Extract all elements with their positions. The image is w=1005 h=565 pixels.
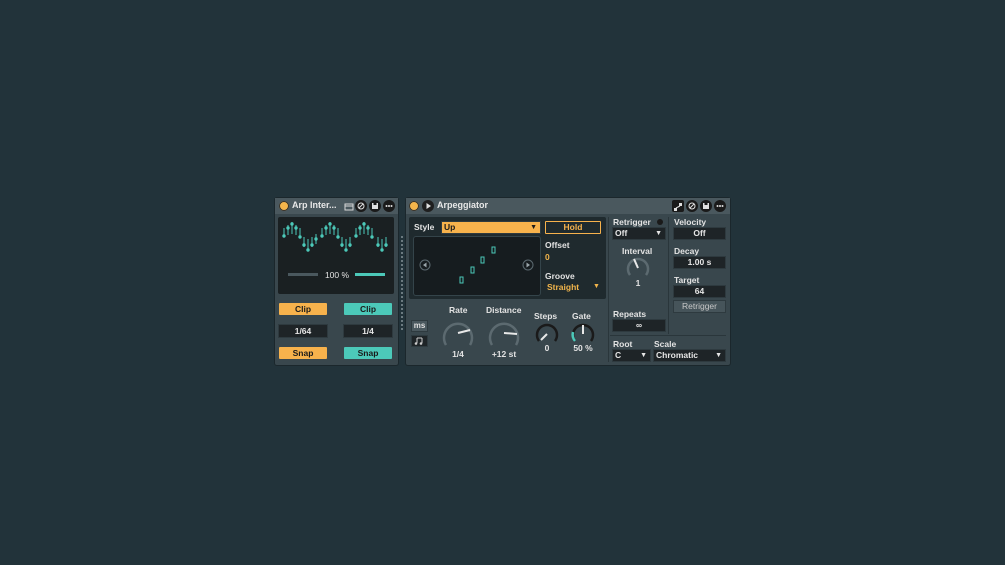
interval-knob[interactable]	[625, 256, 651, 278]
interval-label: Interval	[622, 246, 653, 256]
device-title: Arpeggiator	[437, 200, 489, 210]
device-title-bar[interactable]: Arpeggiator	[406, 198, 730, 214]
gate-knob[interactable]	[570, 322, 596, 344]
repeats-label: Repeats	[613, 309, 647, 319]
groove-label: Groove	[545, 271, 575, 281]
distance-knob[interactable]	[486, 317, 522, 349]
ms-toggle[interactable]: ms	[412, 321, 427, 331]
velocity-label: Velocity	[674, 217, 707, 227]
scale-label: Scale	[654, 339, 677, 349]
velocity-value[interactable]: Off	[674, 228, 725, 239]
offset-value[interactable]: 0	[545, 252, 550, 262]
midi-map-icon[interactable]	[672, 200, 684, 212]
right-snap-button[interactable]: Snap	[344, 347, 392, 359]
more-icon[interactable]	[714, 200, 726, 212]
arp-interval-device: Arp Inter... 100 % Clip Clip 1/64 1/4 Sn…	[275, 198, 398, 365]
hot-swap-icon[interactable]	[355, 200, 367, 212]
rate-label: Rate	[449, 305, 468, 315]
chevron-down-icon: ▼	[530, 224, 537, 231]
retrigger-button[interactable]: Retrigger	[674, 301, 725, 312]
column-divider	[608, 217, 609, 362]
scale-value: Chromatic	[656, 350, 699, 360]
root-dropdown[interactable]: C ▼	[613, 350, 650, 361]
mix-value[interactable]: 100 %	[322, 270, 352, 280]
target-value[interactable]: 64	[674, 286, 725, 297]
rate-knob[interactable]	[440, 317, 476, 349]
left-rate-value[interactable]: 1/64	[279, 325, 327, 337]
decay-value[interactable]: 1.00 s	[674, 257, 725, 268]
style-value: Up	[444, 222, 456, 232]
chevron-down-icon: ▼	[640, 352, 647, 359]
steps-label: Steps	[534, 311, 558, 321]
preview-play-icon[interactable]	[422, 200, 434, 212]
save-icon[interactable]	[700, 200, 712, 212]
arpeggiator-device: Arpeggiator Style Up ▼ Hold Offset 0 Gro…	[401, 198, 730, 365]
distance-label: Distance	[486, 305, 522, 315]
scale-dropdown[interactable]: Chromatic ▼	[654, 350, 725, 361]
root-value: C	[615, 350, 622, 360]
drag-handle[interactable]	[401, 236, 403, 331]
groove-value[interactable]: Straight	[547, 282, 579, 292]
device-power-button[interactable]	[409, 201, 419, 211]
retrigger-dropdown[interactable]: Off ▼	[613, 228, 665, 239]
right-clip-button[interactable]: Clip	[344, 303, 392, 315]
save-icon[interactable]	[369, 200, 381, 212]
arp-pattern-graphic	[282, 222, 388, 276]
arp-display: 100 %	[278, 217, 394, 294]
decay-label: Decay	[674, 246, 700, 256]
device-power-button[interactable]	[279, 201, 289, 211]
pattern-display	[414, 237, 540, 295]
retrigger-value: Off	[615, 228, 628, 238]
root-label: Root	[613, 339, 633, 349]
gate-value[interactable]: 50 %	[569, 343, 597, 353]
steps-value[interactable]: 0	[539, 343, 555, 353]
device-title: Arp Inter...	[292, 200, 337, 210]
gate-label: Gate	[572, 311, 591, 321]
more-icon[interactable]	[383, 200, 395, 212]
rate-value[interactable]: 1/4	[444, 349, 472, 359]
steps-knob[interactable]	[535, 322, 559, 344]
tab-icon[interactable]	[343, 200, 355, 212]
note-sync-toggle[interactable]	[412, 336, 427, 346]
hold-button[interactable]: Hold	[545, 221, 601, 234]
style-label: Style	[414, 222, 435, 232]
groove-chevron-icon[interactable]: ▼	[593, 283, 600, 290]
column-divider-2	[668, 217, 669, 334]
retrigger-indicator-icon	[657, 219, 663, 225]
chevron-down-icon: ▼	[655, 230, 662, 237]
target-label: Target	[674, 275, 700, 285]
left-clip-button[interactable]: Clip	[279, 303, 327, 315]
distance-value[interactable]: +12 st	[486, 349, 522, 359]
chevron-down-icon: ▼	[715, 352, 722, 359]
style-dropdown[interactable]: Up ▼	[442, 222, 540, 233]
note-icon	[414, 337, 423, 345]
repeats-value[interactable]: ∞	[613, 320, 665, 331]
mix-slider-left[interactable]	[288, 273, 318, 276]
row-divider	[610, 335, 726, 336]
hot-swap-icon[interactable]	[686, 200, 698, 212]
interval-value[interactable]: 1	[632, 278, 644, 288]
left-snap-button[interactable]: Snap	[279, 347, 327, 359]
right-rate-value[interactable]: 1/4	[344, 325, 392, 337]
retrigger-label: Retrigger	[613, 217, 651, 227]
mix-slider-right[interactable]	[355, 273, 385, 276]
offset-label: Offset	[545, 240, 570, 250]
device-title-bar[interactable]: Arp Inter...	[275, 198, 398, 214]
